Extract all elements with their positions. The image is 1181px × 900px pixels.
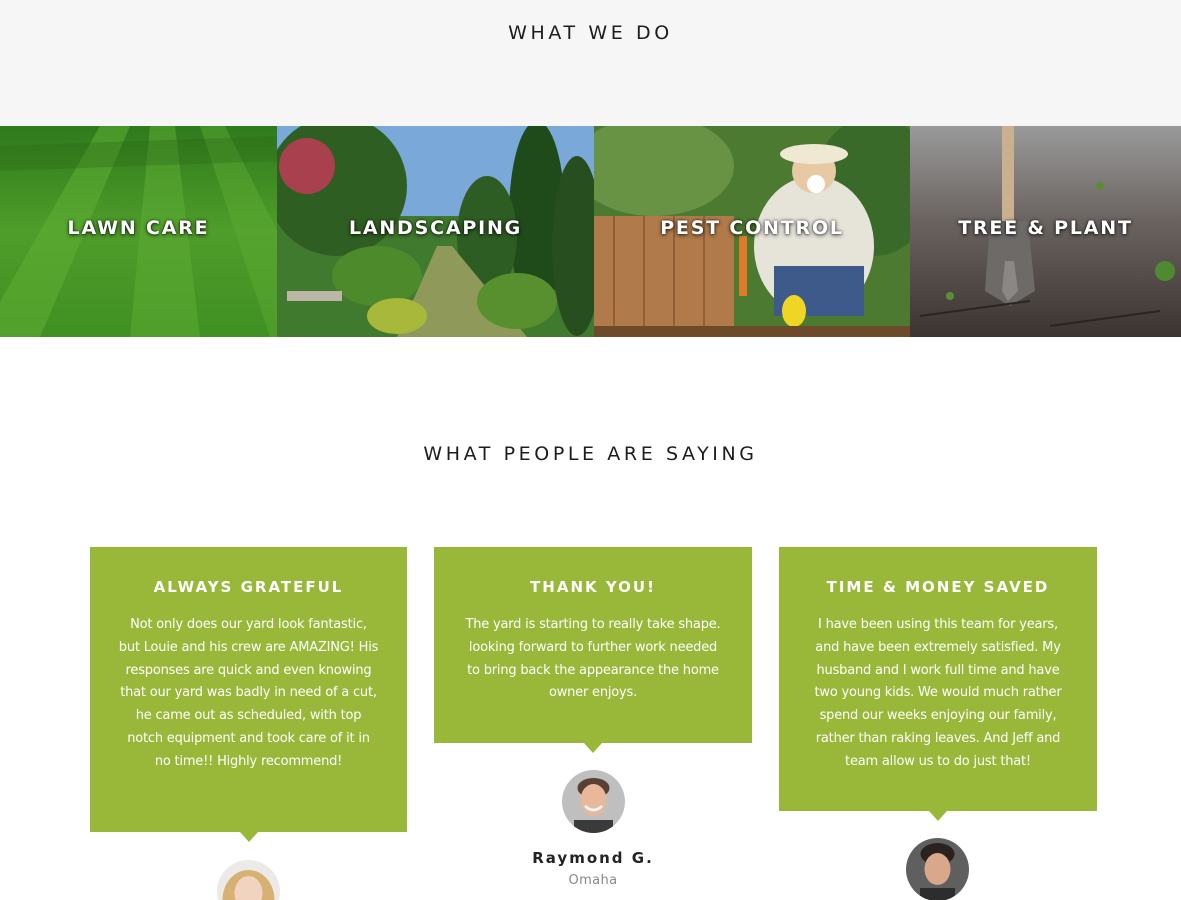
testimonials-heading: WHAT PEOPLE ARE SAYING <box>423 443 758 465</box>
service-label-lawn-care: LAWN CARE <box>67 217 210 239</box>
reviewer-city: Omaha <box>568 873 618 888</box>
reviewer-photo <box>906 838 969 900</box>
service-tile-lawn-care[interactable]: LAWN CARE <box>0 126 277 337</box>
testimonial-body: The yard is starting to really take shap… <box>465 617 721 701</box>
reviewer-photo <box>217 860 280 900</box>
reviewer-name: Raymond G. <box>532 849 654 867</box>
service-label-tree-plant: TREE & PLANT <box>958 217 1133 239</box>
avatar <box>217 860 280 900</box>
reviewer-photo <box>562 770 625 833</box>
service-tile-tree-plant[interactable]: TREE & PLANT <box>910 126 1181 337</box>
what-we-do-heading: WHAT WE DO <box>508 22 673 44</box>
services-row: LAWN CARE LANDSCAPING PEST CONTROL TREE … <box>0 126 1181 337</box>
testimonial-title: ALWAYS GRATEFUL <box>153 578 344 596</box>
testimonial-body: I have been using this team for years, a… <box>814 617 1062 769</box>
what-we-do-section: WHAT WE DO <box>0 0 1181 126</box>
testimonial-title: THANK YOU! <box>530 578 656 596</box>
testimonial-body: Not only does our yard look fantastic, b… <box>118 617 379 769</box>
testimonial-title: TIME & MONEY SAVED <box>826 578 1050 596</box>
service-tile-landscaping[interactable]: LANDSCAPING <box>277 126 594 337</box>
avatar <box>906 838 969 900</box>
testimonial-card-always-grateful: ALWAYS GRATEFUL Not only does our yard l… <box>90 547 407 842</box>
service-label-pest-control: PEST CONTROL <box>660 217 844 239</box>
service-tile-pest-control[interactable]: PEST CONTROL <box>594 126 910 337</box>
testimonial-card-thank-you: THANK YOU! The yard is starting to reall… <box>434 547 752 753</box>
avatar <box>562 770 625 833</box>
service-label-landscaping: LANDSCAPING <box>348 217 523 239</box>
testimonial-card-time-money-saved: TIME & MONEY SAVED I have been using thi… <box>779 547 1097 821</box>
